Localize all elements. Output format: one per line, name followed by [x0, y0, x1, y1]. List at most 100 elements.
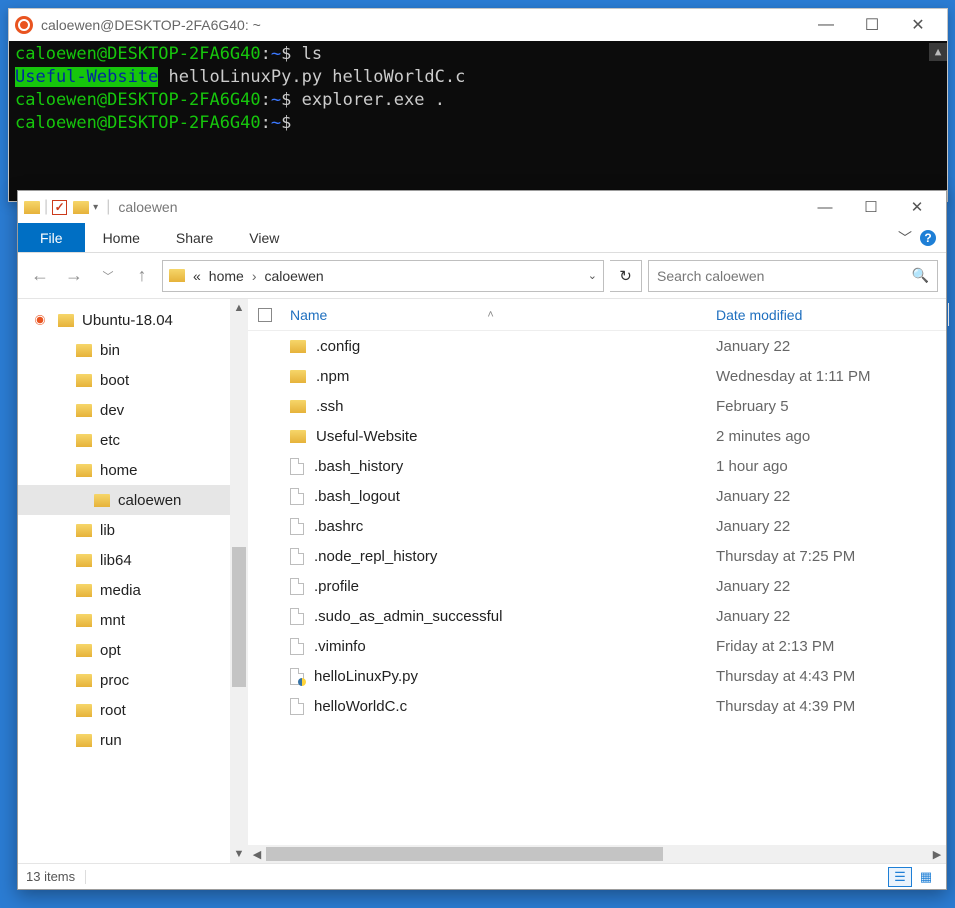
- file-row[interactable]: .npmWednesday at 1:11 PM: [248, 361, 946, 391]
- tree-item-root[interactable]: root: [18, 695, 230, 725]
- file-row[interactable]: helloLinuxPy.pyThursday at 4:43 PM: [248, 661, 946, 691]
- terminal-scroll-up-icon[interactable]: ▲: [929, 43, 947, 61]
- qat-dropdown-icon[interactable]: ▾: [93, 202, 98, 213]
- tree-item-label: opt: [100, 642, 121, 659]
- terminal-window: caloewen@DESKTOP-2FA6G40: ~ ― ☐ ✕ ▲ calo…: [8, 8, 948, 202]
- minimize-button[interactable]: ―: [802, 193, 848, 221]
- tree-item-lib64[interactable]: lib64: [18, 545, 230, 575]
- scroll-right-icon[interactable]: ▶: [928, 848, 946, 861]
- folder-icon: [76, 434, 92, 447]
- explorer-window: | ✓ ▾ | caloewen ― ☐ ✕ File Home Share V…: [17, 190, 947, 890]
- view-details-button[interactable]: ☰: [888, 867, 912, 887]
- tree-item-etc[interactable]: etc: [18, 425, 230, 455]
- ribbon-tab-file[interactable]: File: [18, 223, 85, 252]
- file-date: 2 minutes ago: [716, 428, 946, 445]
- breadcrumb-segment[interactable]: home: [209, 268, 244, 284]
- file-row[interactable]: .profileJanuary 22: [248, 571, 946, 601]
- close-button[interactable]: ✕: [894, 193, 940, 221]
- tree-item-label: Ubuntu-18.04: [82, 312, 173, 329]
- file-name: .profile: [314, 578, 359, 595]
- breadcrumb-segment[interactable]: caloewen: [265, 268, 324, 284]
- nav-history-dropdown[interactable]: ﹀: [94, 268, 122, 284]
- tree-item-opt[interactable]: opt: [18, 635, 230, 665]
- file-name: .bash_history: [314, 458, 403, 475]
- file-row[interactable]: .viminfoFriday at 2:13 PM: [248, 631, 946, 661]
- tree-item-bin[interactable]: bin: [18, 335, 230, 365]
- folder-icon: [290, 400, 306, 413]
- column-header-name[interactable]: Name: [290, 307, 327, 323]
- tree-item-proc[interactable]: proc: [18, 665, 230, 695]
- scroll-down-icon[interactable]: ▼: [230, 845, 248, 863]
- folder-icon: [76, 734, 92, 747]
- file-row[interactable]: .configJanuary 22: [248, 331, 946, 361]
- file-name: .sudo_as_admin_successful: [314, 608, 502, 625]
- file-icon: [290, 698, 304, 715]
- folder-icon: [76, 464, 92, 477]
- tree-item-home[interactable]: home: [18, 455, 230, 485]
- file-icon: [290, 548, 304, 565]
- file-row[interactable]: .bash_logoutJanuary 22: [248, 481, 946, 511]
- tree-item-mnt[interactable]: mnt: [18, 605, 230, 635]
- ribbon-tab-home[interactable]: Home: [85, 223, 158, 252]
- nav-pane: Ubuntu-18.04 binboot dev etc home caloewen lib…: [18, 299, 248, 863]
- nav-up-button[interactable]: ↑: [128, 265, 156, 286]
- nav-forward-button[interactable]: →: [60, 265, 88, 286]
- scroll-thumb[interactable]: [266, 847, 663, 861]
- tree-item-dev[interactable]: dev: [18, 395, 230, 425]
- file-name: .node_repl_history: [314, 548, 437, 565]
- file-date: Thursday at 4:39 PM: [716, 698, 946, 715]
- file-row[interactable]: .sshFebruary 5: [248, 391, 946, 421]
- scroll-thumb[interactable]: [232, 547, 246, 687]
- file-row[interactable]: helloWorldC.c Thursday at 4:39 PM: [248, 691, 946, 721]
- terminal-command: explorer.exe .: [302, 90, 445, 110]
- tree-item-caloewen[interactable]: caloewen: [18, 485, 230, 515]
- tree-item-label: mnt: [100, 612, 125, 629]
- file-row[interactable]: .node_repl_historyThursday at 7:25 PM: [248, 541, 946, 571]
- ribbon-tab-share[interactable]: Share: [158, 223, 231, 252]
- tree-item-label: dev: [100, 402, 124, 419]
- file-name: helloWorldC.c: [314, 698, 407, 715]
- scroll-left-icon[interactable]: ◀: [248, 848, 266, 861]
- tree-item-label: home: [100, 462, 138, 479]
- address-bar[interactable]: « home › caloewen ⌄: [162, 260, 604, 292]
- folder-icon: [76, 524, 92, 537]
- column-header-date[interactable]: Date modified: [716, 307, 946, 323]
- file-row[interactable]: .bashrcJanuary 22: [248, 511, 946, 541]
- ribbon-tab-view[interactable]: View: [231, 223, 297, 252]
- explorer-titlebar[interactable]: | ✓ ▾ | caloewen ― ☐ ✕: [18, 191, 946, 223]
- tree-item-media[interactable]: media: [18, 575, 230, 605]
- sort-indicator-icon: ˄: [487, 309, 493, 321]
- scroll-up-icon[interactable]: ▲: [230, 299, 248, 317]
- help-icon[interactable]: ?: [920, 230, 936, 246]
- horizontal-scrollbar[interactable]: ◀ ▶: [248, 845, 946, 863]
- maximize-button[interactable]: ☐: [849, 11, 895, 39]
- tree-item-boot[interactable]: boot: [18, 365, 230, 395]
- folder-icon: [76, 674, 92, 687]
- file-row[interactable]: .sudo_as_admin_successfulJanuary 22: [248, 601, 946, 631]
- terminal-body[interactable]: ▲ caloewen@DESKTOP-2FA6G40:~$ ls Useful-…: [9, 41, 947, 201]
- tree-item-run[interactable]: run: [18, 725, 230, 755]
- nav-pane-scrollbar[interactable]: ▲ ▼: [230, 299, 248, 863]
- view-thumbnails-button[interactable]: ▦: [914, 867, 938, 887]
- file-date: Friday at 2:13 PM: [716, 638, 946, 655]
- status-bar: 13 items ☰ ▦: [18, 863, 946, 889]
- refresh-button[interactable]: ↻: [610, 260, 642, 292]
- tree-item-label: lib: [100, 522, 115, 539]
- chevron-right-icon[interactable]: ›: [252, 268, 257, 284]
- minimize-button[interactable]: ―: [803, 11, 849, 39]
- address-dropdown-icon[interactable]: ⌄: [588, 269, 597, 282]
- qat-check-icon[interactable]: ✓: [52, 200, 67, 215]
- nav-back-button[interactable]: ←: [26, 265, 54, 286]
- search-input[interactable]: Search caloewen 🔍: [648, 260, 938, 292]
- select-all-checkbox[interactable]: [258, 308, 272, 322]
- file-row[interactable]: Useful-Website2 minutes ago: [248, 421, 946, 451]
- terminal-command: ls: [302, 44, 322, 64]
- tree-item-lib[interactable]: lib: [18, 515, 230, 545]
- tree-item-ubuntu-18-04[interactable]: Ubuntu-18.04: [18, 305, 230, 335]
- maximize-button[interactable]: ☐: [848, 193, 894, 221]
- close-button[interactable]: ✕: [895, 11, 941, 39]
- ribbon-collapse-icon[interactable]: ﹀: [898, 228, 912, 248]
- ls-output-rest: helloLinuxPy.py helloWorldC.c: [158, 67, 465, 87]
- terminal-titlebar[interactable]: caloewen@DESKTOP-2FA6G40: ~ ― ☐ ✕: [9, 9, 947, 41]
- file-row[interactable]: .bash_history1 hour ago: [248, 451, 946, 481]
